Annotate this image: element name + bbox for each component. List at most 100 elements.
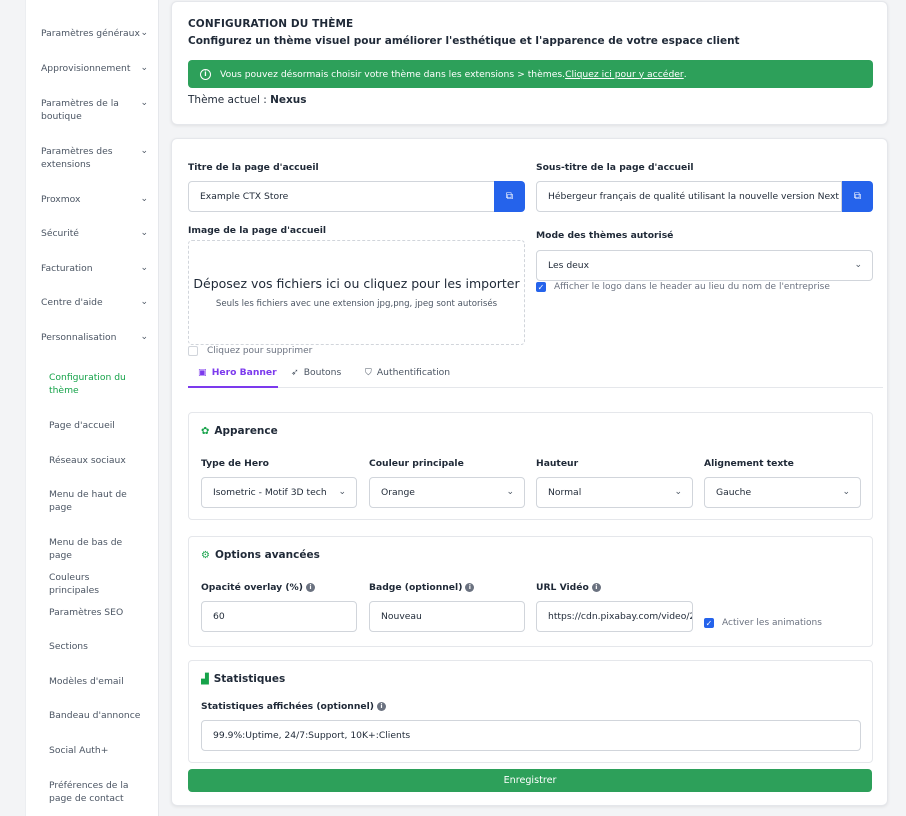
tab-hero-banner[interactable]: ▣ Hero Banner (198, 367, 277, 378)
sidebar-subitem-configuration-theme[interactable]: Configuration du thème (49, 371, 141, 397)
sidebar-subitem-page-accueil[interactable]: Page d'accueil (49, 419, 141, 432)
translate-icon: ⧉ (505, 191, 514, 202)
home-subtitle-input[interactable]: Hébergeur français de qualité utilisant … (536, 181, 842, 212)
home-subtitle-label: Sous-titre de la page d'accueil (536, 162, 694, 173)
current-theme-label: Thème actuel : (188, 94, 271, 106)
logo-header-checkbox[interactable]: ✓ (536, 282, 546, 292)
sidebar-item-personnalisation[interactable]: Personnalisation ⌄ (41, 331, 148, 344)
home-title-input[interactable]: Example CTX Store (188, 181, 495, 212)
sidebar-subitem-modeles-email[interactable]: Modèles d'email (49, 675, 141, 688)
image-icon: ▣ (198, 367, 207, 378)
video-url-input[interactable]: https://cdn.pixabay.com/video/2 (536, 601, 693, 632)
tab-bar: ▣ Hero Banner ➶ Boutons ⛉ Authentification (188, 361, 883, 388)
chevron-down-icon: ⌄ (506, 487, 514, 497)
tab-label: Boutons (303, 367, 342, 378)
delete-image-label: Cliquez pour supprimer (207, 346, 313, 356)
animations-label: Activer les animations (722, 618, 822, 628)
chevron-down-icon: ⌄ (140, 98, 148, 108)
info-alert: i Vous pouvez désormais choisir votre th… (188, 60, 873, 88)
bar-chart-icon: ▟ (201, 673, 209, 685)
chevron-down-icon: ⌄ (674, 487, 682, 497)
height-select[interactable]: Normal ⌄ (536, 477, 693, 508)
theme-mode-label: Mode des thèmes autorisé (536, 230, 674, 241)
info-icon: i (591, 583, 601, 592)
animations-checkbox[interactable]: ✓ (704, 618, 714, 628)
statistics-panel: ▟ Statistiques Statistiques affichées (op… (188, 660, 873, 763)
sidebar-subitem-couleurs[interactable]: Couleurs principales (49, 571, 141, 597)
current-theme: Thème actuel : Nexus (188, 94, 307, 106)
info-icon: i (376, 702, 386, 711)
sidebar-item-label: Approvisionnement (41, 63, 131, 74)
sidebar-item-label: Paramètres de la boutique (41, 98, 119, 122)
sidebar-item-securite[interactable]: Sécurité ⌄ (41, 227, 148, 240)
sidebar-item-parametres-generaux[interactable]: Paramètres généraux ⌄ (41, 27, 148, 40)
alert-suffix: . (683, 68, 687, 80)
text-align-select[interactable]: Gauche ⌄ (704, 477, 861, 508)
opacity-label-text: Opacité overlay (%) (201, 582, 303, 593)
translate-button[interactable]: ⧉ (494, 181, 525, 212)
advanced-title: ⚙ Options avancées (201, 549, 320, 561)
sidebar-subitem-social-auth[interactable]: Social Auth+ (49, 744, 141, 757)
sidebar-item-label: Proxmox (41, 194, 81, 205)
check-icon: ✓ (537, 282, 545, 292)
sidebar-subitem-menu-haut[interactable]: Menu de haut de page (49, 488, 129, 514)
sidebar-subitem-menu-bas[interactable]: Menu de bas de page (49, 536, 141, 562)
sidebar-item-parametres-boutique[interactable]: Paramètres de la boutique ⌄ (41, 97, 148, 123)
stats-shown-label-text: Statistiques affichées (optionnel) (201, 701, 374, 712)
badge-label-text: Badge (optionnel) (369, 582, 463, 593)
tab-label: Authentification (376, 367, 451, 378)
opacity-label: Opacité overlay (%) i (201, 582, 315, 593)
height-value: Normal (548, 487, 582, 498)
check-icon: ✓ (705, 618, 713, 628)
file-dropzone[interactable]: Déposez vos fichiers ici ou cliquez pour… (188, 240, 525, 345)
sidebar-item-label: Facturation (41, 263, 93, 274)
sidebar-subitem-bandeau[interactable]: Bandeau d'annonce (49, 709, 141, 722)
main-color-value: Orange (381, 487, 415, 498)
sidebar-subitem-sections[interactable]: Sections (49, 640, 141, 653)
tab-authentification[interactable]: ⛉ Authentification (365, 367, 450, 378)
sidebar-item-parametres-extensions[interactable]: Paramètres des extensions ⌄ (41, 145, 148, 171)
sidebar-item-approvisionnement[interactable]: Approvisionnement ⌄ (41, 62, 148, 75)
save-button[interactable]: Enregistrer (188, 769, 872, 792)
main-color-select[interactable]: Orange ⌄ (369, 477, 525, 508)
chevron-down-icon: ⌄ (854, 260, 862, 270)
panel-title-text: Options avancées (214, 549, 320, 561)
chevron-down-icon: ⌄ (140, 228, 148, 238)
delete-image-checkbox[interactable] (188, 346, 198, 356)
sidebar-item-label: Paramètres généraux (41, 28, 140, 39)
info-icon: i (305, 583, 315, 592)
hero-type-select[interactable]: Isometric - Motif 3D tech ⌄ (201, 477, 357, 508)
sidebar-item-facturation[interactable]: Facturation ⌄ (41, 262, 148, 275)
chevron-up-icon: ⌄ (140, 332, 148, 342)
chevron-down-icon: ⌄ (140, 28, 148, 38)
translate-icon: ⧉ (853, 191, 862, 202)
chevron-down-icon: ⌄ (140, 146, 148, 156)
sidebar-item-label: Centre d'aide (41, 297, 103, 308)
stats-shown-input[interactable]: 99.9%:Uptime, 24/7:Support, 10K+:Clients (201, 720, 861, 751)
sidebar-subitem-contact[interactable]: Préférences de la page de contact (49, 779, 129, 805)
chevron-down-icon: ⌄ (140, 194, 148, 204)
sidebar-item-label: Personnalisation (41, 332, 117, 343)
gear-icon: ⚙ (201, 549, 210, 561)
chevron-down-icon: ⌄ (140, 297, 148, 307)
tab-boutons[interactable]: ➶ Boutons (291, 367, 341, 378)
badge-input[interactable]: Nouveau (369, 601, 525, 632)
logo-header-label: Afficher le logo dans le header au lieu … (554, 282, 830, 292)
cursor-icon: ➶ (291, 367, 299, 378)
opacity-input[interactable]: 60 (201, 601, 357, 632)
sidebar-item-proxmox[interactable]: Proxmox ⌄ (41, 193, 148, 206)
video-url-label-text: URL Vidéo (536, 582, 589, 593)
sidebar-item-centre-aide[interactable]: Centre d'aide ⌄ (41, 296, 148, 309)
statistics-title: ▟ Statistiques (201, 673, 285, 685)
home-title-label: Titre de la page d'accueil (188, 162, 319, 173)
sidebar-subitem-reseaux-sociaux[interactable]: Réseaux sociaux (49, 454, 141, 467)
info-icon: i (465, 583, 475, 592)
theme-mode-value: Les deux (548, 260, 590, 271)
sidebar-subitem-seo[interactable]: Paramètres SEO (49, 606, 141, 619)
translate-button[interactable]: ⧉ (842, 181, 873, 212)
panel-title-text: Statistiques (213, 673, 286, 685)
theme-mode-select[interactable]: Les deux ⌄ (536, 250, 873, 281)
current-theme-value: Nexus (270, 94, 307, 106)
alert-link[interactable]: Cliquez ici pour y accéder (565, 69, 684, 80)
appearance-title: ✿ Apparence (201, 425, 278, 437)
